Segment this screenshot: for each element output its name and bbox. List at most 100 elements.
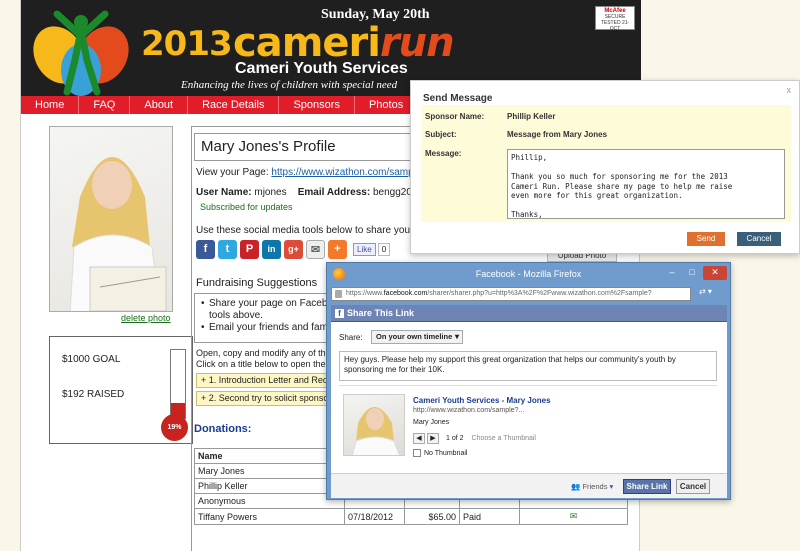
preview-thumbnail: [343, 394, 405, 456]
facebook-share-content: f Share This Link Share: On your own tim…: [331, 305, 727, 498]
url-prefix: https://www.: [346, 290, 384, 297]
window-close-button[interactable]: ✕: [703, 266, 727, 280]
donation-amount: $65.00: [404, 508, 460, 525]
thumbnail-nav: ◀ ▶ 1 of 2 Choose a Thumbnail: [413, 433, 536, 444]
twitter-icon[interactable]: t: [218, 240, 237, 259]
subject-value: Message from Mary Jones: [507, 130, 608, 139]
preview-thumbnail-image: [351, 407, 400, 455]
next-thumbnail-button[interactable]: ▶: [427, 433, 439, 444]
privacy-label: Friends: [582, 482, 608, 491]
org-name: Cameri Youth Services: [235, 60, 408, 77]
share-message-input[interactable]: Hey guys. Please help my support this gr…: [339, 351, 717, 381]
url-path: /sharer/sharer.php?u=http%3A%2F%2Fwww.wi…: [427, 290, 652, 297]
share-label: Share:: [339, 333, 363, 342]
sponsor-value: Phillip Keller: [507, 112, 556, 121]
url-domain: facebook.com: [383, 290, 428, 297]
privacy-select[interactable]: 👥 Friends ▾: [571, 482, 613, 491]
subscribed-status: Subscribed for updates: [200, 202, 293, 212]
donation-action: ✉: [519, 508, 628, 525]
url-bar[interactable]: https://www.facebook.com/sharer/sharer.p…: [331, 287, 691, 301]
message-textarea[interactable]: Phillip, Thank you so much for sponsorin…: [507, 149, 785, 219]
share-footer: 👥 Friends ▾ Share Link Cancel: [331, 473, 727, 498]
event-year: 2013: [141, 24, 233, 64]
fundraising-goal-box: $1000 GOAL $192 RAISED 19%: [49, 336, 193, 444]
preview-description[interactable]: Mary Jones: [413, 419, 449, 426]
nav-home[interactable]: Home: [21, 96, 80, 114]
profile-photo-image: [69, 157, 167, 311]
donations-title: Donations:: [194, 423, 252, 435]
no-thumbnail-option[interactable]: No Thumbnail: [413, 449, 467, 457]
donation-status: Paid: [459, 508, 520, 525]
minimize-button[interactable]: –: [663, 266, 681, 280]
mcafee-secure-badge[interactable]: McAfee SECURE TESTED 21-OCT: [595, 6, 635, 32]
runner-logo-icon: [33, 10, 129, 96]
facebook-icon[interactable]: f: [196, 240, 215, 259]
facebook-logo-icon: f: [335, 309, 344, 318]
view-page-line: View your Page: https://www.wizathon.com…: [196, 167, 414, 178]
linkedin-icon[interactable]: in: [262, 240, 281, 259]
delete-photo-link[interactable]: delete photo: [121, 313, 171, 323]
email-share-icon[interactable]: ✉: [306, 240, 325, 259]
letters-intro-line1: Open, copy and modify any of the: [196, 348, 331, 358]
user-info: User Name: mjones Email Address: bengg20…: [196, 187, 417, 198]
no-thumbnail-label: No Thumbnail: [424, 449, 468, 457]
like-count: 0: [377, 243, 391, 256]
nav-photos[interactable]: Photos: [355, 96, 419, 114]
pinterest-icon[interactable]: P: [240, 240, 259, 259]
thermometer-bulb: 19%: [161, 414, 188, 441]
friends-icon: 👥: [571, 482, 581, 491]
link-preview: Cameri Youth Services - Mary Jones http:…: [339, 385, 717, 460]
user-name-label: User Name:: [196, 187, 252, 198]
nav-about[interactable]: About: [130, 96, 189, 114]
send-button[interactable]: Send: [687, 232, 725, 246]
letters-intro: Open, copy and modify any of the Click o…: [196, 348, 331, 370]
maximize-button[interactable]: □: [683, 266, 701, 280]
dialog-title: Send Message: [423, 93, 493, 104]
tagline: Enhancing the lives of children with spe…: [181, 79, 398, 91]
nav-race-details[interactable]: Race Details: [188, 96, 280, 114]
donor-name: Tiffany Powers: [194, 508, 345, 525]
goal-amount: $1000 GOAL: [62, 354, 121, 365]
like-button[interactable]: Like: [353, 243, 376, 256]
message-form: Sponsor Name: Phillip Keller Subject: Me…: [421, 105, 791, 222]
thumbnail-count: 1 of 2: [446, 435, 464, 442]
share-audience-select[interactable]: On your own timeline: [371, 330, 463, 344]
preview-url: http://www.wizathon.com/sample?...: [413, 407, 525, 414]
nav-sponsors[interactable]: Sponsors: [279, 96, 355, 114]
share-link-button[interactable]: Share Link: [623, 479, 671, 494]
toolbar-menu-icon[interactable]: ⇄ ▾: [699, 287, 712, 296]
email-thanks-icon[interactable]: ✉: [570, 511, 578, 521]
donor-name: Anonymous: [194, 493, 345, 509]
subject-label: Subject:: [425, 130, 457, 139]
no-thumbnail-checkbox[interactable]: [413, 449, 421, 457]
cancel-button[interactable]: Cancel: [737, 232, 781, 246]
choose-thumbnail-label: Choose a Thumbnail: [471, 435, 536, 442]
user-name-value: mjones: [254, 187, 287, 198]
google-plus-icon[interactable]: g+: [284, 240, 303, 259]
view-page-url[interactable]: https://www.wizathon.com/samp: [271, 167, 413, 178]
like-widget: Like 0: [353, 240, 391, 259]
thermometer-tube: [170, 349, 186, 419]
profile-photo: [49, 126, 173, 312]
firefox-window: Facebook - Mozilla Firefox – □ ✕ https:/…: [326, 262, 731, 500]
share-cancel-button[interactable]: Cancel: [676, 479, 710, 494]
donor-name: Mary Jones: [194, 463, 345, 479]
share-header-title: Share This Link: [347, 308, 415, 318]
prev-thumbnail-button[interactable]: ◀: [413, 433, 425, 444]
fundraising-title: Fundraising Suggestions: [196, 277, 318, 289]
add-share-icon[interactable]: +: [328, 240, 347, 259]
nav-faq[interactable]: FAQ: [79, 96, 131, 114]
donor-name: Phillip Keller: [194, 478, 345, 494]
chevron-down-icon: ▾: [609, 482, 614, 491]
preview-title[interactable]: Cameri Youth Services - Mary Jones: [413, 396, 551, 405]
social-intro: Use these social media tools below to sh…: [196, 225, 414, 236]
raised-amount: $192 RAISED: [62, 389, 125, 400]
email-label: Email Address:: [297, 187, 371, 198]
window-titlebar[interactable]: Facebook - Mozilla Firefox – □ ✕: [327, 263, 730, 285]
close-icon[interactable]: x: [787, 85, 792, 95]
donation-date: 07/18/2012: [344, 508, 405, 525]
mcafee-tested: TESTED 21-OCT: [600, 20, 630, 32]
share-header-bar: f Share This Link: [331, 305, 727, 322]
message-label: Message:: [425, 149, 462, 158]
letters-intro-line2: Click on a title below to open the: [196, 359, 326, 369]
